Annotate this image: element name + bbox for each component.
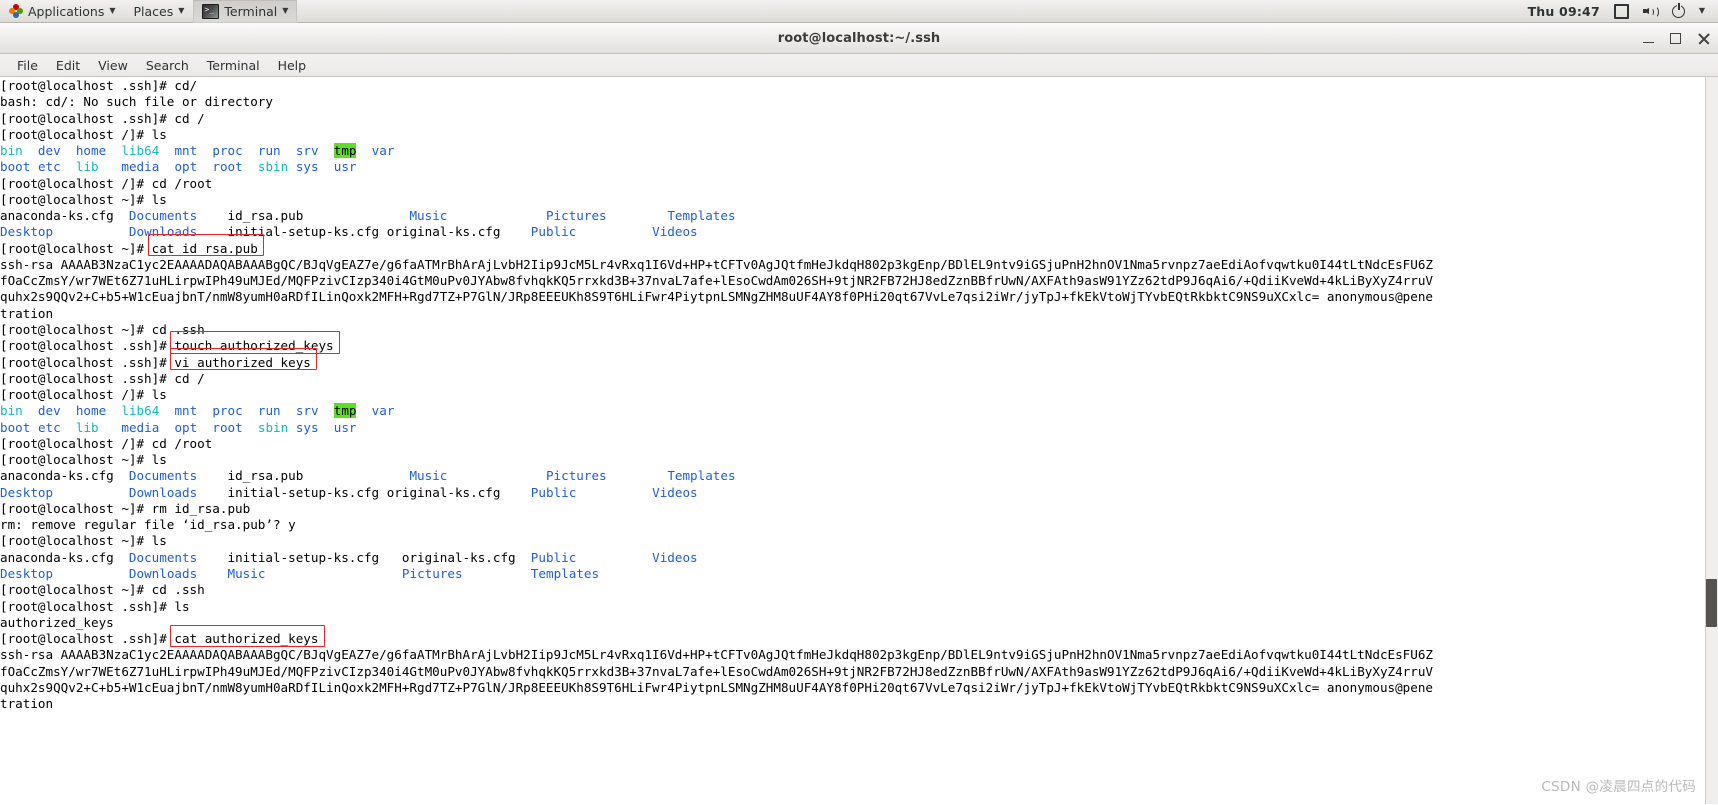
terminal-command-line: [root@localhost ~]# cd .ssh [0,582,205,598]
terminal-menubar: File Edit View Search Terminal Help [0,54,1718,77]
terminal-window: root@localhost:~/.ssh File Edit View Sea… [0,23,1718,805]
terminal-output-line: tration [0,696,54,712]
terminal-output-line: anaconda-ks.cfg Documents id_rsa.pub Mus… [0,208,736,224]
places-menu[interactable]: Places ▼ [125,0,194,23]
menu-search[interactable]: Search [137,54,198,77]
chevron-down-icon: ▼ [109,6,116,15]
terminal-output-line: bin dev home lib64 mnt proc run srv tmp … [0,143,395,159]
applications-menu[interactable]: Applications ▼ [0,0,125,23]
system-menu-chevron-down-icon[interactable]: ▼ [1693,0,1711,23]
volume-icon[interactable] [1637,0,1664,23]
gnome-top-panel: Applications ▼ Places ▼ >_ Terminal ▼ Th… [0,0,1718,23]
terminal-output-line: quhx2s9QQv2+C+b5+W1cEuajbnT/nmW8yumH0aRD… [0,289,1434,305]
taskbar-item-terminal-label: Terminal [224,3,278,19]
fedora-logo-icon [9,4,23,18]
terminal-command-line: [root@localhost .ssh]# cat authorized_ke… [0,631,319,647]
terminal-output-line: Desktop Downloads Music Pictures Templat… [0,565,600,581]
terminal-output-line: bash: cd/: No such file or directory [0,94,273,110]
menu-help[interactable]: Help [269,54,316,77]
terminal-output-line: anaconda-ks.cfg Documents initial-setup-… [0,549,698,565]
minimize-button[interactable] [1643,33,1654,44]
terminal-command-line: [root@localhost .ssh]# cd / [0,110,205,126]
chevron-down-icon: ▼ [178,6,185,15]
terminal-command-line: [root@localhost ~]# cd .ssh [0,321,205,337]
terminal-command-line: [root@localhost /]# cd /root [0,175,213,191]
terminal-command-line: [root@localhost .ssh]# vi authorized_key… [0,354,311,370]
terminal-output-line: boot etc lib media opt root sbin sys usr [0,419,357,435]
window-title: root@localhost:~/.ssh [777,30,941,46]
clock[interactable]: Thu 09:47 [1522,0,1606,23]
terminal-output-line: anaconda-ks.cfg Documents id_rsa.pub Mus… [0,468,736,484]
terminal-scrollbar[interactable] [1705,77,1718,804]
terminal-output-area[interactable]: [root@localhost .ssh]# cd/bash: cd/: No … [0,77,1718,804]
terminal-command-line: [root@localhost .ssh]# cd/ [0,78,198,93]
places-menu-label: Places [133,3,174,19]
watermark: CSDN @凌晨四点的代码 [1541,779,1696,795]
terminal-command-line: [root@localhost ~]# rm id_rsa.pub [0,500,251,516]
terminal-output-line: quhx2s9QQv2+C+b5+W1cEuajbnT/nmW8yumH0aRD… [0,679,1434,695]
menu-terminal[interactable]: Terminal [198,54,269,77]
terminal-output-line: Desktop Downloads initial-setup-ks.cfg o… [0,224,698,240]
scrollbar-thumb[interactable] [1706,579,1717,627]
terminal-command-line: [root@localhost /]# ls [0,126,167,142]
chevron-down-icon: ▼ [282,6,289,15]
power-icon[interactable] [1666,0,1691,23]
terminal-command-line: [root@localhost ~]# ls [0,452,167,468]
terminal-command-line: [root@localhost /]# cd /root [0,435,213,451]
terminal-output-line: ssh-rsa AAAAB3NzaC1yc2EAAAADAQABAAABgQC/… [0,256,1434,272]
window-controls [1643,23,1710,54]
terminal-output-line: authorized_keys [0,614,114,630]
terminal-command-line: [root@localhost ~]# cat id_rsa.pub [0,240,258,256]
terminal-output-line: tration [0,305,54,321]
terminal-output-line: Desktop Downloads initial-setup-ks.cfg o… [0,484,698,500]
applications-menu-label: Applications [28,3,105,19]
menu-edit[interactable]: Edit [47,54,89,77]
terminal-output-line: boot etc lib media opt root sbin sys usr [0,159,357,175]
terminal-command-line: [root@localhost ~]# ls [0,191,167,207]
terminal-command-line: [root@localhost ~]# ls [0,533,167,549]
terminal-command-line: [root@localhost .ssh]# cd / [0,370,205,386]
terminal-command-line: [root@localhost /]# ls [0,387,167,403]
terminal-output-line: bin dev home lib64 mnt proc run srv tmp … [0,403,395,419]
terminal-command-line: [root@localhost .ssh]# touch authorized_… [0,338,334,354]
terminal-output-line: ssh-rsa AAAAB3NzaC1yc2EAAAADAQABAAABgQC/… [0,647,1434,663]
panel-status-area: Thu 09:47 ▼ [1522,0,1718,23]
network-icon[interactable] [1608,0,1635,23]
taskbar-item-terminal[interactable]: >_ Terminal ▼ [193,0,298,23]
menu-view[interactable]: View [89,54,137,77]
terminal-icon: >_ [202,3,220,19]
maximize-button[interactable] [1670,33,1681,44]
terminal-output-line: rm: remove regular file ‘id_rsa.pub’? y [0,517,296,533]
menu-file[interactable]: File [8,54,47,77]
window-titlebar: root@localhost:~/.ssh [0,23,1718,54]
close-button[interactable] [1697,32,1710,45]
terminal-command-line: [root@localhost .ssh]# ls [0,598,190,614]
terminal-output-line: fOaCcZmsY/wr7WEt6Z71uHLirpwIPh49uMJEd/MQ… [0,273,1434,289]
terminal-output-line: fOaCcZmsY/wr7WEt6Z71uHLirpwIPh49uMJEd/MQ… [0,663,1434,679]
terminal-text: [root@localhost .ssh]# cd/bash: cd/: No … [0,78,1433,712]
